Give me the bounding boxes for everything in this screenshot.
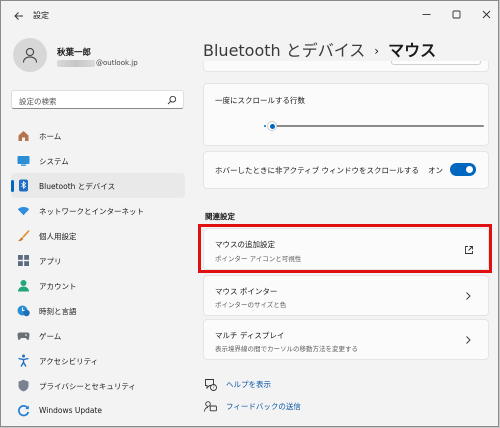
scroll-lines-card: 一度にスクロールする行数 bbox=[203, 83, 489, 146]
wifi-icon bbox=[17, 204, 30, 217]
sidebar-item-gaming[interactable]: ゲーム bbox=[11, 323, 185, 348]
get-help-link[interactable]: ? ヘルプを表示 bbox=[204, 378, 271, 391]
system-icon bbox=[17, 154, 30, 167]
close-button[interactable] bbox=[475, 5, 497, 23]
inactive-scroll-title: ホバーしたときに非アクティブ ウィンドウをスクロールする bbox=[215, 166, 420, 175]
sidebar-item-time-language[interactable]: 時刻と言語 bbox=[11, 298, 185, 323]
sidebar-item-label: 個人用設定 bbox=[39, 232, 77, 241]
search-icon[interactable] bbox=[167, 95, 177, 105]
breadcrumb-parent[interactable]: Bluetooth とデバイス bbox=[203, 41, 365, 60]
avatar[interactable] bbox=[13, 38, 47, 72]
sidebar-item-label: ゲーム bbox=[39, 332, 62, 341]
previous-setting-control[interactable] bbox=[391, 61, 481, 65]
user-name: 秋葉一郎 bbox=[57, 48, 92, 58]
sidebar-item-apps[interactable]: アプリ bbox=[11, 248, 185, 273]
breadcrumb-separator: › bbox=[374, 44, 380, 58]
sidebar-item-label: プライバシーとセキュリティ bbox=[39, 382, 136, 391]
page-title: マウス bbox=[388, 41, 437, 60]
sidebar-item-system[interactable]: システム bbox=[11, 148, 185, 173]
mouse-pointer-title: マウス ポインター bbox=[215, 287, 278, 296]
user-email: @outlook.jp bbox=[57, 59, 138, 67]
scroll-lines-title: 一度にスクロールする行数 bbox=[215, 96, 305, 105]
inactive-scroll-toggle[interactable] bbox=[450, 163, 476, 176]
highlight-box bbox=[198, 224, 492, 273]
sidebar-item-label: ネットワークとインターネット bbox=[39, 207, 144, 216]
sidebar-item-label: ホーム bbox=[39, 132, 62, 141]
sidebar-item-bluetooth[interactable]: Bluetooth とデバイス bbox=[11, 173, 185, 198]
brush-icon bbox=[17, 229, 30, 242]
windows-update-icon bbox=[17, 404, 30, 417]
help-icon: ? bbox=[204, 378, 217, 391]
chevron-right-icon bbox=[466, 336, 471, 344]
app-title: 設定 bbox=[33, 11, 49, 20]
inactive-scroll-card: ホバーしたときに非アクティブ ウィンドウをスクロールする オン bbox=[203, 151, 489, 189]
sidebar-item-privacy-security[interactable]: プライバシーとセキュリティ bbox=[11, 373, 185, 398]
sidebar-item-home[interactable]: ホーム bbox=[11, 123, 185, 148]
toggle-knob bbox=[466, 166, 473, 173]
get-help-text: ヘルプを表示 bbox=[226, 380, 271, 389]
related-settings-header: 関連設定 bbox=[205, 212, 235, 221]
gamepad-icon bbox=[17, 329, 30, 342]
minimize-icon bbox=[422, 13, 430, 15]
maximize-icon bbox=[452, 10, 460, 18]
sidebar-item-network[interactable]: ネットワークとインターネット bbox=[11, 198, 185, 223]
selection-indicator bbox=[11, 180, 14, 192]
back-button[interactable] bbox=[9, 6, 29, 26]
sidebar-nav: ホーム システム Bluetooth とデバイス ネットワークとインターネット bbox=[11, 123, 185, 423]
multi-display-title: マルチ ディスプレイ bbox=[215, 331, 285, 340]
email-redaction bbox=[57, 59, 95, 67]
email-suffix: @outlook.jp bbox=[96, 59, 138, 67]
account-icon bbox=[17, 279, 30, 292]
feedback-link[interactable]: フィードバックの送信 bbox=[204, 400, 301, 413]
slider-thumb[interactable] bbox=[267, 121, 277, 131]
sidebar-item-label: 時刻と言語 bbox=[39, 307, 77, 316]
feedback-icon bbox=[204, 400, 217, 413]
search-placeholder: 設定の検索 bbox=[19, 97, 57, 106]
sidebar-item-label: アクセシビリティ bbox=[39, 357, 99, 366]
arrow-left-icon bbox=[14, 12, 23, 20]
sidebar-item-accounts[interactable]: アカウント bbox=[11, 273, 185, 298]
scroll-lines-slider[interactable] bbox=[267, 121, 484, 131]
sidebar-item-label: アカウント bbox=[39, 282, 77, 291]
time-language-icon bbox=[17, 304, 30, 317]
chevron-right-icon bbox=[466, 292, 471, 300]
sidebar-item-label: システム bbox=[39, 157, 69, 166]
sidebar-item-accessibility[interactable]: アクセシビリティ bbox=[11, 348, 185, 373]
previous-setting-card bbox=[203, 61, 489, 72]
breadcrumb: Bluetooth とデバイス › マウス bbox=[203, 37, 436, 61]
sidebar-item-label: Windows Update bbox=[39, 406, 103, 415]
toggle-state-label: オン bbox=[428, 166, 443, 175]
person-icon bbox=[22, 47, 38, 63]
minimize-button[interactable] bbox=[415, 5, 437, 23]
accessibility-icon bbox=[17, 354, 30, 367]
sidebar-item-personalization[interactable]: 個人用設定 bbox=[11, 223, 185, 248]
maximize-button[interactable] bbox=[445, 5, 467, 23]
multi-display-subtitle: 表示境界線の間でカーソルの移動方法を変更する bbox=[215, 345, 358, 353]
mouse-pointer-subtitle: ポインターのサイズと色 bbox=[215, 301, 287, 309]
search-input[interactable]: 設定の検索 bbox=[11, 90, 184, 109]
home-icon bbox=[17, 129, 30, 142]
sidebar-item-label: アプリ bbox=[39, 257, 62, 266]
sidebar-item-label: Bluetooth とデバイス bbox=[39, 182, 116, 191]
title-bar: 設定 bbox=[1, 1, 498, 31]
mouse-pointer-card[interactable]: マウス ポインター ポインターのサイズと色 bbox=[203, 275, 489, 316]
apps-icon bbox=[17, 254, 30, 267]
shield-icon bbox=[17, 379, 30, 392]
slider-tick-dot bbox=[264, 125, 266, 127]
bluetooth-icon bbox=[17, 179, 30, 192]
multi-display-card[interactable]: マルチ ディスプレイ 表示境界線の間でカーソルの移動方法を変更する bbox=[203, 319, 489, 360]
feedback-text: フィードバックの送信 bbox=[226, 402, 301, 411]
sidebar-item-windows-update[interactable]: Windows Update bbox=[11, 398, 185, 423]
settings-window: 設定 秋葉一郎 @outlook.jp 設定の検索 ホーム システム Bluet… bbox=[0, 0, 499, 427]
close-icon bbox=[482, 10, 490, 18]
